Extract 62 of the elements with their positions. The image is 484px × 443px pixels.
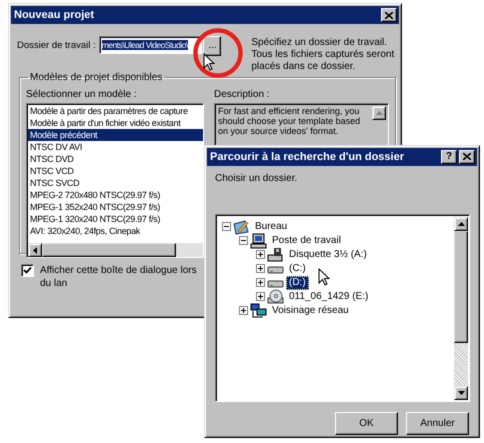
list-item[interactable]: MPEG-1 320x240 NTSC(29.97 f/s)	[28, 213, 203, 225]
tree-item[interactable]: (C:)	[286, 262, 309, 276]
list-item[interactable]: Modèle à partir d'un fichier vidéo existant	[28, 117, 203, 129]
cursor-icon	[203, 53, 215, 71]
help-button[interactable]: ?	[441, 150, 457, 164]
list-item[interactable]: NTSC VCD	[28, 165, 203, 177]
vertical-scrollbar[interactable]	[454, 216, 468, 400]
expander-icon[interactable]	[239, 236, 248, 246]
list-item[interactable]: AVI: 320x240, 24fps, Cinepak	[28, 225, 203, 237]
cancel-button[interactable]: Annuler	[406, 412, 469, 435]
close-icon	[385, 12, 393, 18]
close-icon	[463, 153, 471, 160]
tree-item[interactable]: Bureau	[252, 220, 290, 234]
tree-item[interactable]: 011_06_1429 (E:)	[286, 290, 372, 304]
tree-item[interactable]: Disquette 3½ (A:)	[286, 248, 370, 262]
desktop-icon	[233, 218, 250, 235]
tree-item[interactable]: Voisinage réseau	[269, 304, 352, 318]
tree-item[interactable]: Poste de travail	[269, 234, 344, 248]
list-item[interactable]: Modèle à partir des paramètres de capture	[28, 105, 203, 117]
list-item[interactable]: MPEG-2 720x480 NTSC(29.97 f/s)	[28, 189, 203, 201]
window-title: Nouveau projet	[14, 9, 96, 21]
ok-button[interactable]: OK	[335, 412, 398, 435]
expander-icon[interactable]	[222, 222, 231, 232]
tree-item[interactable]: (D:)	[286, 276, 309, 290]
checkbox-label: Afficher cette boîte de dialogue lors du lan	[40, 264, 198, 290]
description-label: Description :	[214, 89, 271, 100]
group-title: Modèles de projet disponibles	[29, 72, 164, 83]
scroll-up-icon[interactable]	[454, 216, 468, 231]
close-button[interactable]	[381, 8, 397, 22]
horizontal-scrollbar[interactable]	[28, 243, 203, 257]
checkbox[interactable]	[21, 264, 34, 277]
browse-button[interactable]: ...	[203, 36, 222, 56]
list-item[interactable]: MPEG-1 352x240 NTSC(29.97 f/s)	[28, 201, 203, 213]
prompt-text: Choisir un dossier.	[215, 172, 298, 184]
expander-icon[interactable]	[239, 306, 248, 316]
expander-icon[interactable]	[256, 264, 265, 274]
list-item[interactable]: NTSC DVD	[28, 153, 203, 165]
list-item[interactable]: NTSC DV AVI	[28, 141, 203, 153]
computer-icon	[250, 232, 267, 249]
expander-icon[interactable]	[256, 250, 265, 260]
list-item[interactable]: NTSC SVCD	[28, 177, 203, 189]
select-label: Sélectionner un modèle :	[26, 89, 138, 100]
highlight-circle	[192, 27, 244, 79]
scroll-thumb[interactable]	[454, 230, 468, 343]
scroll-down-icon[interactable]	[454, 386, 468, 400]
scroll-up-icon[interactable]	[372, 106, 386, 120]
cursor-icon	[318, 268, 330, 286]
folder-hint: Spécifiez un dossier de travail. Tous les fichiers capturés seront placés dans ce dossier.	[251, 37, 396, 73]
expander-icon[interactable]	[256, 292, 265, 302]
cd-drive-icon	[267, 288, 284, 305]
folder-label: Dossier de travail :	[17, 40, 96, 51]
scroll-thumb[interactable]	[42, 243, 176, 257]
list-item[interactable]: Modèle précédent	[28, 129, 203, 141]
expander-icon[interactable]	[256, 278, 265, 288]
window-title: Parcourir à la recherche d'un dossier	[210, 150, 405, 163]
description-text: For fast and efficient rendering, you should choose your template based on your source videos' format.	[218, 106, 362, 136]
floppy-drive-icon	[267, 246, 284, 263]
folder-value: ments\Ulead VideoStudio\	[102, 40, 188, 50]
network-icon	[250, 302, 267, 319]
folder-field[interactable]: ments\Ulead VideoStudio\	[98, 36, 202, 54]
scroll-left-icon[interactable]	[28, 243, 42, 257]
close-button[interactable]	[459, 150, 475, 164]
